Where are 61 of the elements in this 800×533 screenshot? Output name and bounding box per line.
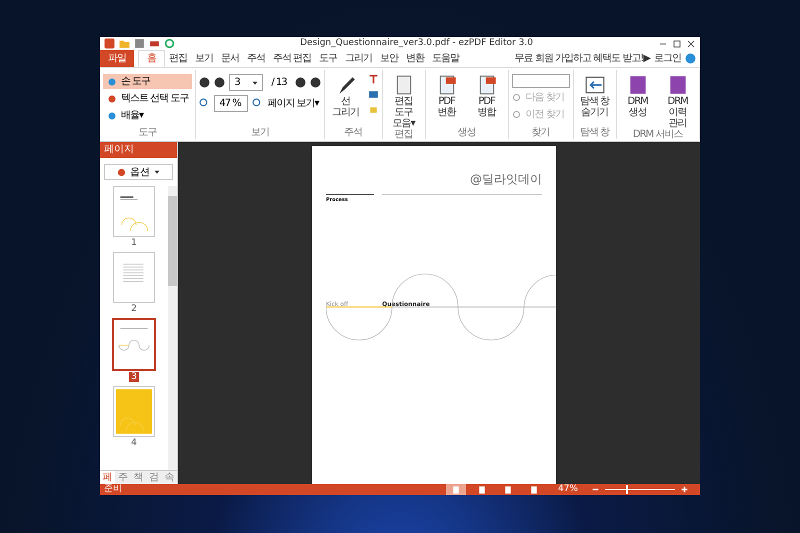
group-label: 탐색 창 bbox=[579, 127, 611, 139]
ribbon-button[interactable]: 선 그리기 bbox=[328, 74, 364, 118]
ribbon-button[interactable]: 탐색 창 숨기기 bbox=[576, 74, 613, 118]
menu-tab[interactable]: 그리기 bbox=[341, 50, 376, 67]
options-dropdown[interactable]: 옵션 bbox=[104, 164, 173, 180]
window-title: Design_Questionnaire_ver3.0.pdf - ezPDF Editor 3.0 bbox=[299, 36, 534, 50]
page-layout-icon bbox=[504, 486, 512, 494]
ribbon-button[interactable]: PDF 변환 bbox=[428, 74, 465, 118]
scrollbar[interactable] bbox=[168, 186, 177, 470]
tool-button[interactable]: 손 도구 bbox=[103, 74, 192, 89]
ribbon-button[interactable]: DRM 이력 관리 bbox=[660, 74, 696, 129]
page-layout-icon bbox=[452, 486, 460, 494]
group-label: DRM 서비스 bbox=[632, 129, 684, 141]
group-label: 보기 bbox=[250, 127, 270, 139]
menu-tab[interactable]: 보기 bbox=[191, 50, 217, 67]
group-label: 편집 bbox=[394, 129, 414, 141]
menu-tab[interactable]: 홈 bbox=[138, 50, 165, 67]
tool-button[interactable]: 텍스트 선택 도구 bbox=[103, 91, 192, 106]
promo-text: 무료 회원 가입하고 혜택도 받고!▶ bbox=[514, 52, 650, 66]
zoom-percent: 47% bbox=[558, 484, 578, 495]
arrow-left-icon bbox=[584, 74, 606, 96]
sidebar-title: 페이지 bbox=[100, 142, 177, 158]
tool-button[interactable]: 배율▾ bbox=[103, 108, 192, 123]
group-label: 찾기 bbox=[530, 127, 551, 139]
search-field[interactable] bbox=[512, 74, 570, 88]
maximize-icon bbox=[672, 38, 682, 48]
caret-icon bbox=[154, 169, 160, 175]
page-layout-icon bbox=[530, 486, 538, 494]
ribbon-button[interactable]: DRM 생성 bbox=[620, 74, 656, 118]
view-mode-button[interactable] bbox=[446, 484, 466, 495]
page-number: 4 bbox=[130, 438, 138, 448]
caret-icon bbox=[252, 80, 258, 86]
page-number: 1 bbox=[130, 238, 138, 248]
group-label: 생성 bbox=[456, 127, 477, 139]
ribbon-button[interactable]: 편집 도구 모음▾ bbox=[386, 74, 422, 129]
brand-text: @딜라잇데이 bbox=[470, 171, 542, 188]
page-total: / 13 bbox=[271, 76, 287, 90]
page-number: 2 bbox=[130, 304, 138, 314]
text-icon bbox=[368, 74, 379, 85]
menu-tab[interactable]: 도구 bbox=[315, 50, 342, 67]
page-view-button[interactable]: 페이지 보기▾ bbox=[267, 96, 319, 111]
group-label: 주석 bbox=[343, 127, 364, 139]
group-label: 도구 bbox=[138, 127, 158, 139]
menu-tab[interactable]: 주석 편집 bbox=[269, 50, 316, 67]
login-link[interactable]: 로그인 bbox=[650, 50, 685, 67]
page-number: 3 bbox=[129, 372, 139, 382]
status-text: 준비 bbox=[103, 484, 123, 495]
menu-tab[interactable]: 도움말 bbox=[428, 50, 464, 67]
menu-tab[interactable]: 문서 bbox=[217, 50, 243, 67]
page-field[interactable]: 3 bbox=[229, 74, 264, 91]
image-icon bbox=[368, 89, 379, 100]
page-thumbnail[interactable] bbox=[112, 318, 156, 371]
menu-tab[interactable]: 편집 bbox=[165, 50, 191, 67]
page-layout-icon bbox=[478, 486, 486, 494]
menu-tab[interactable]: 파일 bbox=[100, 50, 134, 67]
menu-tab[interactable]: 주석 bbox=[243, 50, 269, 67]
zoom-field[interactable]: 47 % bbox=[214, 95, 248, 112]
menu-tab[interactable]: 보안 bbox=[376, 50, 402, 67]
menu-tab[interactable]: 변환 bbox=[402, 50, 428, 67]
close-icon bbox=[686, 38, 696, 48]
ribbon-button[interactable]: PDF 병합 bbox=[468, 74, 505, 118]
